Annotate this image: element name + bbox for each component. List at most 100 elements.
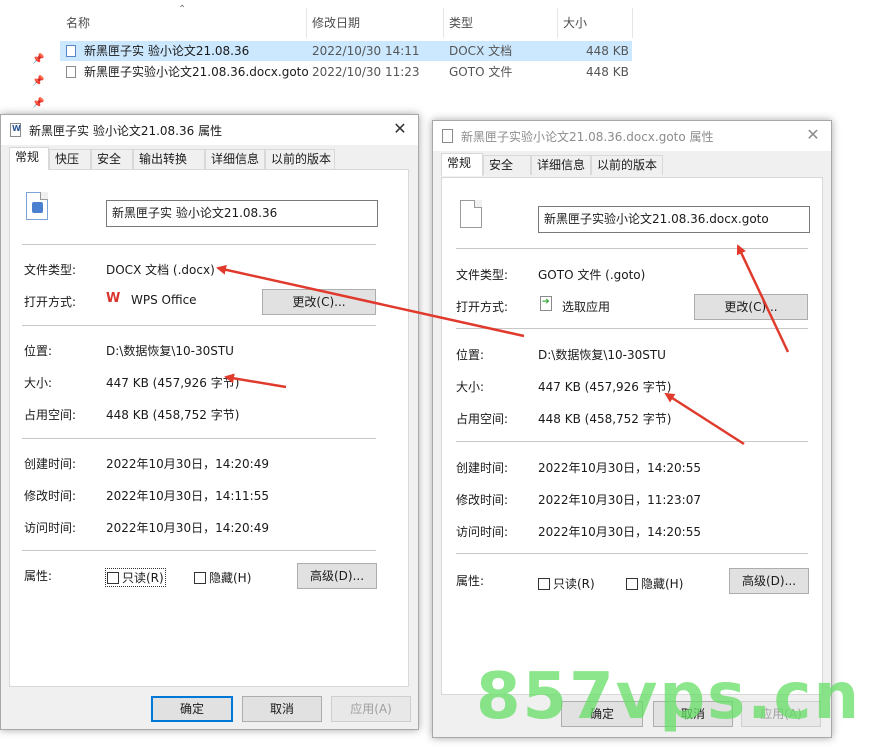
size-on-disk-label: 占用空间:	[24, 408, 77, 422]
modified-label: 修改时间:	[24, 489, 77, 503]
pin-icon: 📌	[32, 76, 45, 87]
title-bar[interactable]: 新黑匣子实 验小论文21.08.36 属性 ✕	[1, 115, 418, 145]
file-type-value: GOTO 文件 (.goto)	[538, 268, 646, 282]
readonly-checkbox[interactable]: 只读(R)	[105, 568, 166, 587]
hidden-checkbox[interactable]: 隐藏(H)	[626, 575, 683, 592]
location-label: 位置:	[24, 344, 53, 358]
column-header-name[interactable]: 名称	[60, 10, 90, 36]
dialog-title: 新黑匣子实 验小论文21.08.36 属性	[29, 124, 223, 138]
divider	[22, 550, 376, 551]
word-document-icon	[10, 123, 21, 137]
file-type-value: DOCX 文档 (.docx)	[106, 263, 215, 277]
docx-properties-dialog: 新黑匣子实 验小论文21.08.36 属性 ✕ 常规 快压 安全 输出转换 详细…	[0, 114, 419, 730]
file-name: 新黑匣子实验小论文21.08.36.docx.goto	[84, 65, 309, 79]
close-icon[interactable]: ✕	[803, 125, 823, 145]
checkbox-box[interactable]	[107, 572, 119, 584]
open-with-label: 打开方式:	[456, 300, 509, 314]
checkbox-box[interactable]	[626, 578, 638, 590]
wps-office-icon: W	[106, 291, 121, 306]
created-value: 2022年10月30日，14:20:49	[106, 457, 269, 471]
modified-label: 修改时间:	[456, 493, 509, 507]
size-label: 大小:	[24, 376, 53, 390]
size-label: 大小:	[456, 380, 485, 394]
file-name-field[interactable]: 新黑匣子实 验小论文21.08.36	[106, 200, 378, 227]
change-button[interactable]: 更改(C)...	[694, 294, 808, 320]
divider	[22, 325, 376, 326]
column-header-size[interactable]: 大小	[557, 10, 587, 36]
checkbox-box[interactable]	[194, 572, 206, 584]
file-modified: 2022/10/30 11:23	[312, 65, 420, 79]
list-item[interactable]: 新黑匣子实 验小论文21.08.36 2022/10/30 14:11 DOCX…	[60, 41, 632, 61]
file-icon	[66, 66, 76, 78]
advanced-button[interactable]: 高级(D)...	[729, 568, 809, 594]
word-file-icon	[66, 45, 76, 57]
size-on-disk-label: 占用空间:	[456, 412, 509, 426]
file-type: GOTO 文件	[449, 65, 513, 79]
column-header-type[interactable]: 类型	[443, 10, 473, 36]
general-tab-panel: 新黑匣子实 验小论文21.08.36 文件类型: DOCX 文档 (.docx)…	[9, 169, 409, 687]
file-type-label: 文件类型:	[24, 263, 77, 277]
cancel-button[interactable]: 取消	[242, 696, 322, 722]
modified-value: 2022年10月30日，14:11:55	[106, 489, 269, 503]
open-with-value: 选取应用	[562, 300, 611, 314]
tab-general[interactable]: 常规	[9, 147, 49, 170]
column-header-modified[interactable]: 修改日期	[306, 10, 360, 36]
tab-previous-versions[interactable]: 以前的版本	[591, 155, 663, 175]
tab-general[interactable]: 常规	[441, 153, 483, 176]
tab-security[interactable]: 安全	[483, 155, 531, 175]
title-bar[interactable]: 新黑匣子实验小论文21.08.36.docx.goto 属性 ✕	[433, 121, 831, 151]
readonly-label: 只读(R)	[122, 571, 164, 585]
attributes-label: 属性:	[456, 574, 485, 588]
created-label: 创建时间:	[456, 461, 509, 475]
file-size: 448 KB	[586, 44, 629, 58]
file-icon	[460, 200, 482, 228]
size-on-disk-value: 448 KB (458,752 字节)	[106, 408, 240, 422]
location-value: D:\数据恢复\10-30STU	[106, 344, 234, 358]
created-label: 创建时间:	[24, 457, 77, 471]
checkbox-box[interactable]	[538, 578, 550, 590]
size-value: 447 KB (457,926 字节)	[106, 376, 240, 390]
watermark: 857vps.cn	[476, 660, 862, 734]
tab-kuaiya[interactable]: 快压	[49, 149, 91, 169]
file-name: 新黑匣子实 验小论文21.08.36	[84, 44, 250, 58]
readonly-checkbox[interactable]: 只读(R)	[538, 575, 595, 592]
open-with-value: WPS Office	[131, 293, 197, 307]
accessed-label: 访问时间:	[24, 521, 77, 535]
sort-ascending-icon: ⌃	[178, 4, 187, 15]
attributes-label: 属性:	[24, 569, 53, 583]
choose-app-icon	[540, 296, 552, 311]
accessed-value: 2022年10月30日，14:20:49	[106, 521, 269, 535]
pin-icon: 📌	[32, 54, 45, 65]
divider	[22, 244, 376, 245]
location-label: 位置:	[456, 348, 485, 362]
apply-button[interactable]: 应用(A)	[331, 696, 411, 722]
divider	[22, 438, 376, 439]
tab-output-convert[interactable]: 输出转换	[133, 149, 205, 169]
file-type-label: 文件类型:	[456, 268, 509, 282]
hidden-label: 隐藏(H)	[641, 577, 684, 591]
divider	[456, 553, 808, 554]
tab-details[interactable]: 详细信息	[205, 149, 265, 169]
divider	[456, 441, 808, 442]
goto-properties-dialog: 新黑匣子实验小论文21.08.36.docx.goto 属性 ✕ 常规 安全 详…	[432, 120, 832, 738]
close-icon[interactable]: ✕	[390, 119, 410, 139]
file-name-field[interactable]: 新黑匣子实验小论文21.08.36.docx.goto	[538, 206, 810, 233]
accessed-label: 访问时间:	[456, 525, 509, 539]
general-tab-panel: 新黑匣子实验小论文21.08.36.docx.goto 文件类型: GOTO 文…	[441, 177, 823, 695]
list-item[interactable]: 新黑匣子实验小论文21.08.36.docx.goto 2022/10/30 1…	[60, 62, 632, 82]
tab-security[interactable]: 安全	[91, 149, 133, 169]
location-value: D:\数据恢复\10-30STU	[538, 348, 666, 362]
tab-previous-versions[interactable]: 以前的版本	[265, 149, 335, 169]
ok-button[interactable]: 确定	[151, 696, 233, 722]
column-separator[interactable]	[632, 8, 633, 38]
file-modified: 2022/10/30 14:11	[312, 44, 420, 58]
change-button[interactable]: 更改(C)...	[262, 289, 376, 315]
modified-value: 2022年10月30日，11:23:07	[538, 493, 701, 507]
dialog-title: 新黑匣子实验小论文21.08.36.docx.goto 属性	[461, 130, 714, 144]
size-on-disk-value: 448 KB (458,752 字节)	[538, 412, 672, 426]
advanced-button[interactable]: 高级(D)...	[297, 563, 377, 589]
created-value: 2022年10月30日，14:20:55	[538, 461, 701, 475]
tab-details[interactable]: 详细信息	[531, 155, 591, 175]
word-document-icon	[26, 192, 48, 220]
hidden-checkbox[interactable]: 隐藏(H)	[194, 569, 251, 586]
